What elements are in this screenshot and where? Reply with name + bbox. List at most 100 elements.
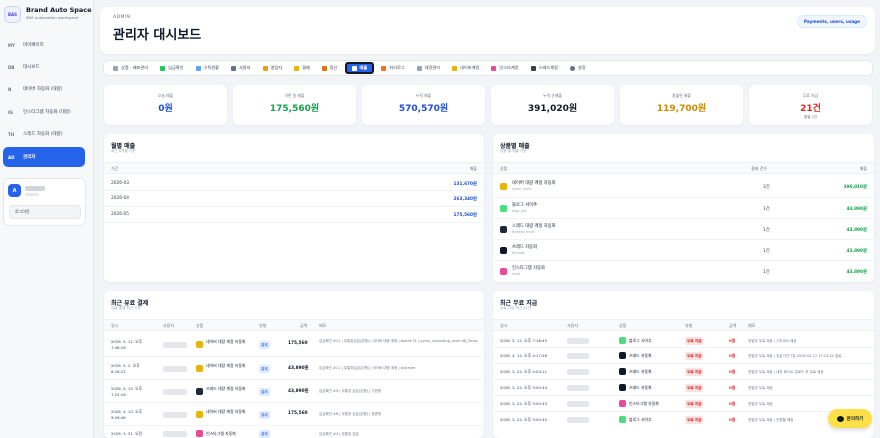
sidebar-item-label: 마이페이지 [23, 43, 44, 48]
kakao-inquiry-button[interactable]: 문의하기 [828, 409, 872, 428]
table-row: 2026-03 131,670원 [104, 176, 484, 191]
list-icon [195, 65, 201, 71]
table-row: 2026. 3. 24. 오후 3:50:44 쓰레드 자동화 무료 지급 0원… [493, 380, 874, 396]
tab-subscriptions[interactable]: 구독현황 [191, 62, 224, 74]
mypage-icon: MY [8, 42, 15, 48]
product-sales-panel: 상품별 매출 상품 별 매출 기준 상품 결제 건수 매출 네이버 대량 계정 … [493, 134, 874, 282]
threads-product-icon [619, 368, 626, 375]
table-row: 스레드 대량 계정 자동화 threads_multi 1건 43,890원 [493, 219, 874, 240]
monthly-revenue-panel: 월별 매출 최근 6개월 기준 기간 매출 2026-03 131,670원 2… [104, 134, 484, 282]
user-redacted [163, 366, 187, 372]
document-icon [416, 65, 422, 71]
table-row: 2026. 3. 24. 오후 3:50:43 인스타그램 자동화 무료 지급 … [493, 396, 874, 412]
table-header: 기간 매출 [104, 162, 484, 174]
naver-product-icon [196, 341, 203, 348]
instagram-icon [491, 65, 497, 71]
chat-bubble-icon [836, 415, 844, 422]
threads-product-icon [619, 352, 626, 359]
threads-icon: TH [8, 131, 15, 137]
user-redacted [163, 342, 187, 348]
sidebar: BAS Brand Auto Space SNS automation work… [0, 0, 94, 438]
clock-icon [381, 65, 387, 71]
table-row: 쓰레드 자동화 threads 1건 43,890원 [493, 240, 874, 261]
tab-settings[interactable]: 설정 [565, 62, 591, 74]
naver-product-icon [196, 365, 203, 372]
user-redacted [163, 431, 187, 437]
user-redacted [567, 369, 589, 375]
table-row: 2026. 5. 12. 오후 7:16:45 블로그 서이추 무료 지급 0원… [493, 333, 874, 348]
brand-subtitle: SNS automation workspace [26, 15, 79, 20]
user-redacted [567, 353, 589, 359]
tab-threads-accounts[interactable]: 스레드계정 [526, 62, 563, 74]
stat-today-revenue: 오늘 매출 0원 [104, 85, 227, 125]
table-header: 일시 사용자 상품 유형 금액 메모 [104, 319, 484, 331]
user-redacted [567, 401, 589, 407]
table-row: 2026. 5. 12. 오후 7:48:18 네이버 대량 계정 자동화 결제… [104, 333, 484, 357]
user-redacted [567, 417, 589, 423]
heart-icon [452, 65, 458, 71]
naver-product-icon [500, 183, 507, 190]
tab-bulk[interactable]: 대량관리 [412, 62, 445, 74]
table-row: 2026. 4. 14. 오후 4:17:26 쓰레드 자동화 무료 지급 0원… [493, 348, 874, 364]
stat-total-revenue: 누적 매출 570,570원 [362, 85, 485, 125]
table-row: 2026-05 175,560원 [104, 207, 484, 223]
table-row: 블로그 서이추 blog_seo 1건 43,890원 [493, 198, 874, 219]
sidebar-item-label: 대시보드 [23, 65, 40, 70]
sidebar-item-admin[interactable]: AD 관리자 [3, 147, 85, 167]
check-icon [160, 65, 166, 71]
header-pill: Payments, users, usage [796, 15, 867, 28]
table-row: 2026. 3. 24. 오후 3:50:40 블로그 서이추 무료 지급 0원… [500, 416, 794, 424]
table-row: 2026. 5. 2. 오후 6:18:22 네이버 대량 계정 자동화 결제 … [104, 357, 484, 380]
tab-sales[interactable]: 영업자 [258, 62, 288, 74]
stat-month-revenue: 이번 달 매출 175,560원 [233, 85, 356, 125]
sidebar-item-instagram[interactable]: IG 인스타그램 자동화 (대량) [3, 102, 85, 122]
table-row: 2026. 3. 24. 오후 4:04:11 쓰레드 자동화 무료 지급 0원… [493, 364, 874, 380]
logout-button[interactable]: 로그아웃 [9, 205, 81, 219]
stat-refunded: 환불된 매출 119,700원 [620, 85, 743, 125]
card-icon [294, 65, 300, 71]
admin-label: ADMIN [113, 15, 131, 20]
brand[interactable]: BAS Brand Auto Space SNS automation work… [4, 6, 92, 23]
brand-name: Brand Auto Space [26, 6, 92, 14]
tab-products[interactable]: 상품 · 배포관리 [108, 62, 153, 74]
user-email-redacted [25, 193, 39, 196]
recent-free-panel: 최근 무료 지급 무료 지급 최근 21건 일시 사용자 상품 유형 금액 메모… [493, 291, 874, 438]
user-icon [230, 65, 236, 71]
sidebar-item-naver[interactable]: N 네이버 자동화 (대량) [3, 79, 85, 99]
sidebar-item-dashboard[interactable]: DB 대시보드 [3, 57, 85, 77]
tab-deposit[interactable]: 입금확인 [155, 62, 188, 74]
threads-product-icon [619, 384, 626, 391]
user-redacted [567, 385, 589, 391]
naver-icon: N [8, 86, 12, 92]
admin-icon: AD [8, 154, 15, 160]
coin-icon [321, 65, 327, 71]
avatar[interactable]: A [8, 184, 21, 197]
tab-insta-accounts[interactable]: 인스타계정 [486, 62, 523, 74]
tab-revenue[interactable]: 매출 [344, 62, 375, 74]
sidebar-item-label: 관리자 [23, 155, 36, 160]
recent-paid-panel: 최근 유료 결제 유료 결제 최근 기준 일시 사용자 상품 유형 금액 메모 … [104, 291, 484, 438]
admin-tabs: 상품 · 배포관리 입금확인 구독현황 사용자 영업자 결제 정산 매출 처리로… [103, 60, 873, 76]
tab-payments[interactable]: 결제 [289, 62, 315, 74]
user-redacted [567, 338, 589, 344]
tab-logs[interactable]: 처리로그 [376, 62, 409, 74]
handshake-icon [262, 65, 268, 71]
tab-settlement[interactable]: 정산 [317, 62, 343, 74]
threads-product-icon [500, 247, 507, 254]
table-header: 상품 결제 건수 매출 [493, 162, 874, 174]
tab-naver-accounts[interactable]: 네이버계정 [447, 62, 484, 74]
naver-product-icon [196, 411, 203, 418]
threads-product-icon [500, 226, 507, 233]
table-row: 2026. 3. 31. 오전 인스타그램 자동화 결제 입금확인 #4 | 무… [111, 430, 359, 438]
tab-users[interactable]: 사용자 [226, 62, 256, 74]
blog-product-icon [500, 205, 507, 212]
blog-product-icon [619, 337, 626, 344]
threads-product-icon [196, 388, 203, 395]
instagram-product-icon [619, 400, 626, 407]
sidebar-item-label: 인스타그램 자동화 (대량) [23, 110, 71, 115]
sidebar-item-mypage[interactable]: MY 마이페이지 [3, 35, 85, 55]
user-redacted [163, 412, 187, 418]
stat-net-revenue: 누적 순매출 391,020원 [491, 85, 614, 125]
table-row: 네이버 대량 계정 자동화 naver_multi 3건 396,010원 [493, 176, 874, 198]
sidebar-item-threads[interactable]: TH 스레드 자동화 (대량) [3, 124, 85, 144]
